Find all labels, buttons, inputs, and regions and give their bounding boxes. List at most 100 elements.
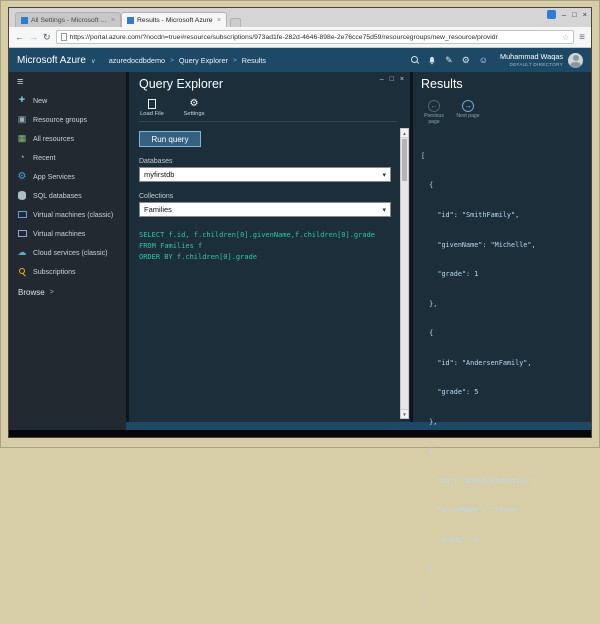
window-close-icon[interactable]: × xyxy=(583,10,587,19)
arrow-left-icon[interactable]: ← xyxy=(428,100,440,112)
sidebar-browse[interactable]: Browse > xyxy=(9,288,126,297)
sidebar-item-recent[interactable]: ◔ Recent xyxy=(9,148,126,167)
blades: – □ × Query Explorer Load File ⚙ xyxy=(126,72,591,422)
collections-select[interactable]: Families ▾ xyxy=(139,202,391,217)
settings-label: Settings xyxy=(184,111,205,117)
smiley-feedback-icon[interactable]: ☺ xyxy=(479,56,488,65)
brand-caret-icon[interactable]: ∨ xyxy=(91,57,96,65)
json-line: [ xyxy=(421,152,585,162)
hamburger-icon[interactable]: ≡ xyxy=(9,74,126,91)
avatar[interactable] xyxy=(568,53,583,68)
next-page-label: Next page xyxy=(455,113,481,119)
sidebar-item-label: Recent xyxy=(33,154,55,162)
blade-maximize-icon[interactable]: □ xyxy=(390,76,394,83)
refresh-icon[interactable]: ↻ xyxy=(43,33,51,42)
browser-menu-icon[interactable]: ≡ xyxy=(579,32,585,43)
json-line: "id": "SmithFamily", xyxy=(421,211,585,221)
browse-label: Browse xyxy=(18,288,45,297)
json-line: "givenName": "Jesse", xyxy=(421,506,585,516)
blade-close-icon[interactable]: × xyxy=(400,76,404,83)
sidebar-item-label: Cloud services (classic) xyxy=(33,249,108,257)
user-name: Muhammad Waqas xyxy=(500,53,563,61)
query-body: Run query Databases myfirstdb ▾ Collecti… xyxy=(139,131,391,263)
tab-close-icon[interactable]: × xyxy=(111,17,115,24)
key-icon-wrap xyxy=(17,267,27,276)
sidebar-item-label: Virtual machines xyxy=(33,230,85,238)
blade-title: Query Explorer xyxy=(139,77,410,91)
portal-main: ≡ + New ▣ Resource groups ▦ All resource… xyxy=(9,72,591,430)
tab-close-icon[interactable]: × xyxy=(217,17,221,24)
vertical-scrollbar[interactable]: ▲ ▼ xyxy=(400,128,409,419)
vm-icon-wrap xyxy=(17,230,27,237)
gear-icon[interactable]: ⚙ xyxy=(462,56,470,65)
previous-page-button[interactable]: ← Previous page xyxy=(421,100,447,125)
forward-icon[interactable]: → xyxy=(29,33,38,42)
query-explorer-blade: – □ × Query Explorer Load File ⚙ xyxy=(129,72,410,422)
scrollbar-thumb[interactable] xyxy=(402,139,407,181)
page-background: All Settings - Microsoft Az × Results - … xyxy=(0,0,600,448)
json-line: "givenName": "Michelle", xyxy=(421,241,585,251)
monitor-icon xyxy=(18,230,27,237)
results-blade: Results SELECT f.id,f.children[0].givenN… xyxy=(413,72,591,422)
new-tab-button[interactable] xyxy=(230,18,241,27)
load-file-label: Load File xyxy=(140,111,164,117)
breadcrumb-item[interactable]: azuredocdbdemo xyxy=(109,56,165,65)
results-pager: ← Previous page → Next page xyxy=(421,100,585,125)
breadcrumb-separator: > xyxy=(233,57,237,64)
sql-editor[interactable]: SELECT f.id, f.children[0].givenName,f.c… xyxy=(139,230,391,263)
chevron-down-icon: ▾ xyxy=(382,206,386,214)
browser-tab-all-settings[interactable]: All Settings - Microsoft Az × xyxy=(15,12,121,27)
page-icon xyxy=(61,33,67,41)
browser-profile-icon[interactable] xyxy=(547,10,556,19)
collections-label: Collections xyxy=(139,193,391,200)
json-line: } xyxy=(421,565,585,575)
back-icon[interactable]: ← xyxy=(15,33,24,42)
sidebar-item-new[interactable]: + New xyxy=(9,91,126,110)
json-line: "id": "AndersenFamily", xyxy=(421,359,585,369)
breadcrumb-separator: > xyxy=(170,57,174,64)
sidebar-item-label: Resource groups xyxy=(33,116,87,124)
bell-icon[interactable] xyxy=(428,56,436,65)
settings-button[interactable]: ⚙ Settings xyxy=(181,98,207,117)
scroll-down-icon[interactable]: ▼ xyxy=(401,409,408,418)
query-toolbar: Load File ⚙ Settings xyxy=(139,98,397,122)
arrow-right-icon[interactable]: → xyxy=(462,100,474,112)
url-input[interactable]: https://portal.azure.com/?nocdn=true#res… xyxy=(56,30,575,44)
databases-label: Databases xyxy=(139,158,391,165)
window-minimize-icon[interactable]: – xyxy=(562,10,566,19)
topbar-icons: ✎ ⚙ ☺ xyxy=(411,56,488,65)
breadcrumb-item[interactable]: Query Explorer xyxy=(179,56,228,65)
blade-minimize-icon[interactable]: – xyxy=(380,76,384,83)
sidebar-item-vm-classic[interactable]: Virtual machines (classic) xyxy=(9,205,126,224)
sidebar-item-sql-databases[interactable]: SQL databases xyxy=(9,186,126,205)
browser-addressbar: ← → ↻ https://portal.azure.com/?nocdn=tr… xyxy=(9,27,591,48)
sidebar-item-resource-groups[interactable]: ▣ Resource groups xyxy=(9,110,126,129)
user-directory: DEFAULT DIRECTORY xyxy=(500,62,563,67)
sidebar-item-cloud-services[interactable]: ☁ Cloud services (classic) xyxy=(9,243,126,262)
json-line: "grade": 1 xyxy=(421,270,585,280)
databases-select[interactable]: myfirstdb ▾ xyxy=(139,167,391,182)
next-page-button[interactable]: → Next page xyxy=(455,100,481,125)
chevron-down-icon: ▾ xyxy=(382,171,386,179)
scroll-up-icon[interactable]: ▲ xyxy=(401,129,408,138)
breadcrumb-item[interactable]: Results xyxy=(242,56,266,65)
browser-titlebar: All Settings - Microsoft Az × Results - … xyxy=(9,8,591,27)
window-maximize-icon[interactable]: □ xyxy=(572,10,577,19)
search-icon[interactable] xyxy=(411,56,419,64)
tab-label: All Settings - Microsoft Az xyxy=(31,17,108,24)
url-text: https://portal.azure.com/?nocdn=true#res… xyxy=(70,34,559,41)
json-line: { xyxy=(421,181,585,191)
json-line: { xyxy=(421,447,585,457)
sidebar-item-all-resources[interactable]: ▦ All resources xyxy=(9,129,126,148)
file-icon xyxy=(148,99,156,109)
pencil-icon[interactable]: ✎ xyxy=(445,56,453,65)
sidebar-item-app-services[interactable]: ⚙ App Services xyxy=(9,167,126,186)
bookmark-star-icon[interactable]: ☆ xyxy=(562,33,569,42)
user-block[interactable]: Muhammad Waqas DEFAULT DIRECTORY xyxy=(500,53,563,67)
sidebar-item-vm[interactable]: Virtual machines xyxy=(9,224,126,243)
azure-brand[interactable]: Microsoft Azure xyxy=(17,55,86,66)
load-file-button[interactable]: Load File xyxy=(139,98,165,117)
sidebar-item-subscriptions[interactable]: Subscriptions xyxy=(9,262,126,281)
run-query-button[interactable]: Run query xyxy=(139,131,201,147)
browser-tab-results[interactable]: Results - Microsoft Azure × xyxy=(121,12,227,27)
